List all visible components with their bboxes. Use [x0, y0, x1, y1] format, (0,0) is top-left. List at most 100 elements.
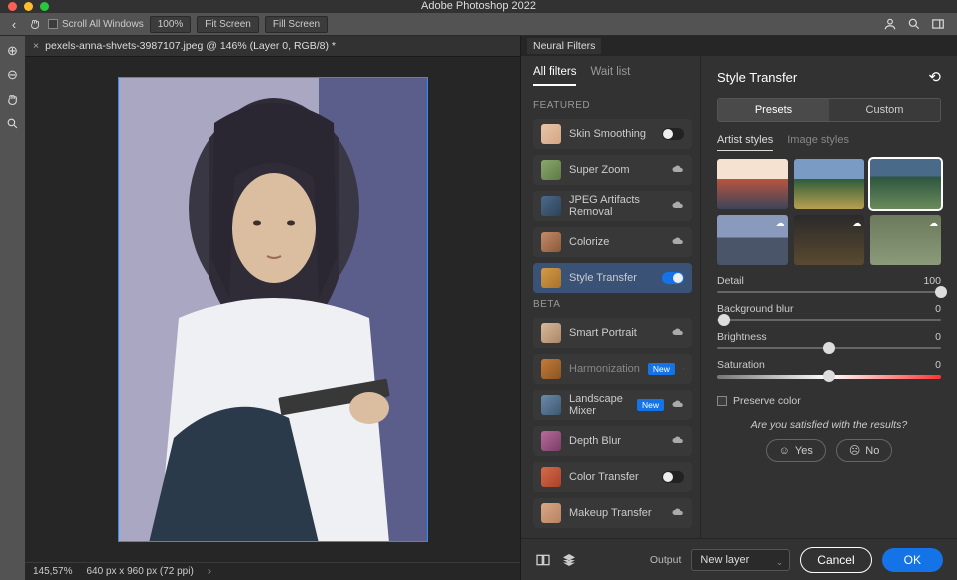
before-after-icon[interactable] — [535, 552, 551, 568]
cloud-download-icon[interactable] — [672, 164, 684, 176]
filter-label: Landscape Mixer — [569, 393, 629, 417]
filter-colorize[interactable]: Colorize — [533, 227, 692, 257]
fill-screen-button[interactable]: Fill Screen — [265, 16, 328, 33]
checkbox-icon — [717, 396, 727, 406]
cloud-download-icon[interactable] — [683, 363, 684, 375]
filter-label: Super Zoom — [569, 164, 664, 176]
filter-jpeg-artifacts[interactable]: JPEG Artifacts Removal — [533, 191, 692, 221]
filter-label: Color Transfer — [569, 471, 654, 483]
cloud-download-icon[interactable] — [672, 399, 684, 411]
cancel-button[interactable]: Cancel — [800, 547, 871, 573]
no-button[interactable]: ☹No — [836, 439, 893, 462]
style-preset[interactable]: ☁ — [794, 215, 865, 265]
style-preset[interactable] — [870, 159, 941, 209]
tab-all-filters[interactable]: All filters — [533, 66, 576, 86]
toggle-icon[interactable] — [662, 128, 684, 140]
cloud-download-icon[interactable] — [672, 327, 684, 339]
window-chrome — [0, 0, 957, 13]
slider-value: 0 — [935, 359, 941, 371]
status-zoom: 145,57% — [33, 566, 72, 577]
style-preset[interactable]: ☁ — [717, 215, 788, 265]
frown-icon: ☹ — [849, 444, 860, 457]
layers-icon[interactable] — [561, 552, 577, 568]
hand-tool-icon[interactable] — [4, 90, 22, 108]
slider-detail[interactable]: Detail100 — [717, 275, 941, 293]
output-select[interactable]: New layer ⌄ — [691, 549, 790, 571]
slider-value: 100 — [923, 275, 941, 287]
status-chevron-icon[interactable]: › — [208, 566, 211, 577]
slider-label: Background blur — [717, 303, 793, 315]
magnify-icon[interactable] — [4, 114, 22, 132]
filter-landscape-mixer[interactable]: Landscape Mixer New — [533, 390, 692, 420]
slider-bgblur[interactable]: Background blur0 — [717, 303, 941, 321]
slider-saturation[interactable]: Saturation 0 — [717, 359, 941, 379]
output-value: New layer — [700, 554, 749, 566]
filter-thumb — [541, 196, 561, 216]
tab-image-styles[interactable]: Image styles — [787, 134, 849, 151]
cloud-download-icon[interactable] — [672, 507, 684, 519]
filter-harmonization[interactable]: Harmonization New — [533, 354, 692, 384]
canvas-viewport[interactable] — [25, 57, 520, 562]
left-tools: ⊕ ⊖ — [0, 36, 25, 580]
filter-style-transfer[interactable]: Style Transfer — [533, 263, 692, 293]
style-preset[interactable] — [717, 159, 788, 209]
zoom-pct-button[interactable]: 100% — [150, 16, 192, 33]
workspace-icon[interactable] — [930, 17, 945, 32]
tab-wait-list[interactable]: Wait list — [590, 66, 630, 86]
filter-skin-smoothing[interactable]: Skin Smoothing — [533, 119, 692, 149]
style-grid: ☁ ☁ ☁ — [717, 159, 941, 265]
search-icon[interactable] — [906, 17, 921, 32]
filter-color-transfer[interactable]: Color Transfer — [533, 462, 692, 492]
top-toolbar: ‹ Scroll All Windows 100% Fit Screen Fil… — [0, 13, 957, 36]
bottom-bar: Output New layer ⌄ Cancel OK — [521, 538, 957, 580]
style-preset[interactable]: ☁ — [870, 215, 941, 265]
filter-makeup-transfer[interactable]: Makeup Transfer — [533, 498, 692, 528]
back-chevron-icon[interactable]: ‹ — [6, 17, 22, 32]
reset-icon[interactable]: ⟲ — [928, 68, 941, 86]
presets-custom-segment[interactable]: Presets Custom — [717, 98, 941, 122]
preserve-label: Preserve color — [733, 395, 801, 407]
zoom-out-icon[interactable]: ⊖ — [4, 66, 22, 84]
neural-filters-tab[interactable]: Neural Filters — [527, 38, 601, 54]
slider-value: 0 — [935, 331, 941, 343]
slider-label: Saturation — [717, 359, 765, 371]
filter-depth-blur[interactable]: Depth Blur — [533, 426, 692, 456]
zoom-in-icon[interactable]: ⊕ — [4, 42, 22, 60]
filter-thumb — [541, 323, 561, 343]
filter-label: Harmonization — [569, 363, 640, 375]
filter-thumb — [541, 359, 561, 379]
cloud-download-icon[interactable] — [672, 200, 684, 212]
yes-label: Yes — [795, 445, 813, 457]
filter-thumb — [541, 395, 561, 415]
yes-button[interactable]: ☺Yes — [766, 439, 826, 462]
chevron-down-icon: ⌄ — [776, 557, 784, 568]
filter-label: Skin Smoothing — [569, 128, 654, 140]
preserve-color-checkbox[interactable]: Preserve color — [717, 395, 941, 407]
close-window-dot[interactable] — [8, 2, 17, 11]
cloud-download-icon[interactable] — [672, 236, 684, 248]
filter-super-zoom[interactable]: Super Zoom — [533, 155, 692, 185]
slider-brightness[interactable]: Brightness0 — [717, 331, 941, 349]
filter-thumb — [541, 268, 561, 288]
account-icon[interactable] — [882, 17, 897, 32]
ok-button[interactable]: OK — [882, 548, 943, 572]
style-preset[interactable] — [794, 159, 865, 209]
seg-presets[interactable]: Presets — [718, 99, 829, 121]
tab-artist-styles[interactable]: Artist styles — [717, 134, 773, 151]
filter-smart-portrait[interactable]: Smart Portrait — [533, 318, 692, 348]
toggle-icon[interactable] — [662, 471, 684, 483]
fit-screen-button[interactable]: Fit Screen — [197, 16, 259, 33]
filter-label: Makeup Transfer — [569, 507, 664, 519]
document-tab[interactable]: × pexels-anna-shvets-3987107.jpeg @ 146%… — [25, 36, 520, 57]
filter-thumb — [541, 232, 561, 252]
close-tab-icon[interactable]: × — [33, 40, 39, 52]
minimize-window-dot[interactable] — [24, 2, 33, 11]
scroll-all-checkbox[interactable]: Scroll All Windows — [48, 19, 144, 30]
toggle-icon[interactable] — [662, 272, 684, 284]
seg-custom[interactable]: Custom — [829, 99, 940, 121]
hand-tool-icon[interactable] — [28, 17, 42, 31]
new-badge: New — [648, 363, 675, 375]
scroll-all-label: Scroll All Windows — [62, 19, 144, 30]
cloud-download-icon[interactable] — [672, 435, 684, 447]
maximize-window-dot[interactable] — [40, 2, 49, 11]
